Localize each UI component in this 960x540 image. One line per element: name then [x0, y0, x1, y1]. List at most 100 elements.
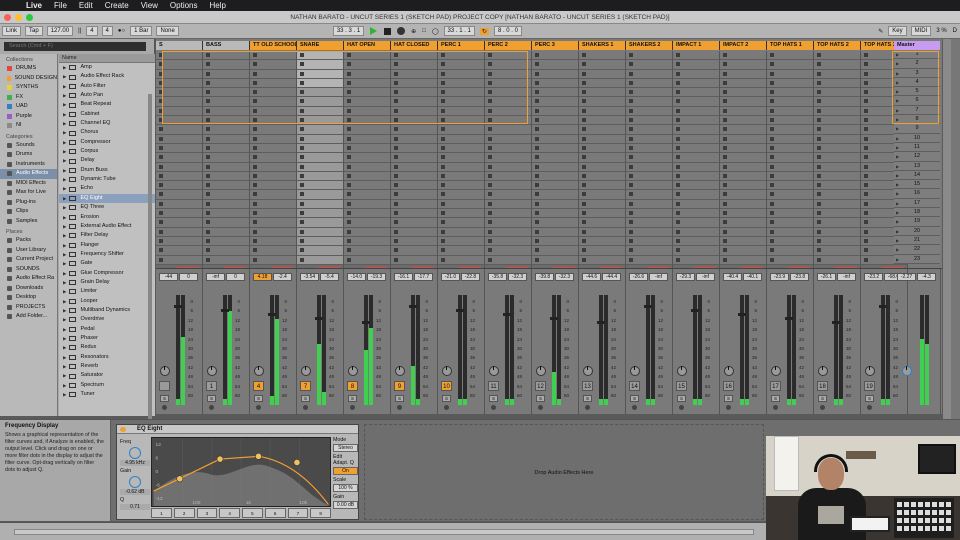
peak-readout[interactable]: -22.8 — [461, 273, 480, 281]
device-list-item[interactable]: ▶ Drum Buss — [59, 166, 155, 175]
peak-readout[interactable]: -40.1 — [743, 273, 762, 281]
device-list-item[interactable]: ▶ EQ Three — [59, 203, 155, 212]
clip-slot[interactable] — [626, 237, 672, 247]
session-record-icon[interactable]: ◯ — [432, 28, 439, 35]
clip-slot[interactable] — [297, 162, 343, 172]
clip-slot[interactable] — [720, 163, 766, 172]
clip-slot[interactable] — [579, 228, 625, 237]
clip-slot[interactable] — [814, 163, 860, 172]
clip-slot[interactable] — [297, 255, 343, 265]
device-list-item[interactable]: ▶ Tuner — [59, 390, 155, 399]
disclosure-triangle-icon[interactable]: ▶ — [63, 175, 66, 184]
clip-slot[interactable] — [485, 256, 531, 265]
track-activator[interactable]: 11 — [488, 381, 499, 391]
tempo-field[interactable]: 127.00 — [46, 26, 74, 36]
clip-slot[interactable] — [344, 144, 390, 154]
pan-knob[interactable] — [207, 366, 217, 376]
scene-launch[interactable]: 10 — [894, 133, 940, 143]
clip-slot[interactable] — [767, 116, 813, 126]
place-item[interactable]: Add Folder... — [0, 312, 57, 322]
disclosure-triangle-icon[interactable]: ▶ — [63, 147, 66, 156]
clip-slot[interactable] — [673, 218, 719, 228]
clip-slot[interactable] — [579, 256, 625, 265]
clip-slot[interactable] — [250, 256, 296, 265]
clip-slot[interactable] — [203, 209, 249, 219]
clip-slot[interactable] — [250, 237, 296, 247]
volume-readout[interactable]: -inf — [206, 273, 225, 281]
scene-launch[interactable]: 17 — [894, 198, 940, 208]
loop-start-field[interactable]: 33 . 1 . 1 — [443, 26, 475, 36]
clip-slot[interactable] — [438, 172, 484, 182]
clip-slot[interactable] — [814, 51, 860, 61]
collection-item[interactable]: SYNTHS — [0, 83, 57, 93]
clip-slot[interactable] — [203, 172, 249, 182]
clip-slot[interactable] — [391, 200, 437, 210]
clip-slot[interactable] — [391, 209, 437, 219]
track-activator[interactable]: 13 — [582, 381, 593, 391]
clip-slot[interactable] — [203, 135, 249, 144]
pan-knob[interactable] — [442, 366, 452, 376]
solo-button[interactable]: S — [489, 395, 498, 402]
arm-button[interactable] — [773, 405, 778, 410]
clip-slot[interactable] — [438, 144, 484, 154]
clip-slot[interactable] — [579, 116, 625, 126]
clip-slot[interactable] — [297, 218, 343, 228]
disclosure-triangle-icon[interactable]: ▶ — [63, 371, 66, 380]
clip-slot[interactable] — [579, 153, 625, 163]
clip-slot[interactable] — [814, 246, 860, 256]
volume-fader-handle[interactable] — [738, 313, 746, 316]
device-list-item[interactable]: ▶ Reverb — [59, 362, 155, 371]
track-header[interactable]: SHAKERS 2 — [626, 41, 673, 50]
clip-slot[interactable] — [579, 107, 625, 117]
master-peak-readout[interactable]: -4.3 — [917, 273, 936, 281]
midi-map-button[interactable]: MIDI — [910, 26, 932, 36]
collection-item[interactable]: NI — [0, 121, 57, 131]
device-list-item[interactable]: ▶ Limiter — [59, 287, 155, 296]
volume-readout[interactable]: -14.0 — [347, 273, 366, 281]
disclosure-triangle-icon[interactable]: ▶ — [63, 63, 66, 72]
clip-slot[interactable] — [814, 153, 860, 163]
solo-button[interactable]: S — [254, 395, 263, 402]
clip-slot[interactable] — [579, 209, 625, 219]
clip-slot[interactable] — [485, 200, 531, 210]
clip-slot[interactable] — [156, 125, 202, 135]
clip-slot[interactable] — [344, 153, 390, 163]
clip-slot[interactable] — [673, 200, 719, 210]
eq-band-toggle[interactable]: 3 — [196, 508, 218, 518]
place-item[interactable]: PROJECTS — [0, 303, 57, 313]
disclosure-triangle-icon[interactable]: ▶ — [63, 119, 66, 128]
track-header[interactable]: PERC 2 — [485, 41, 532, 50]
clip-slot[interactable] — [297, 143, 343, 154]
clip-slot[interactable] — [720, 107, 766, 117]
clip-slot[interactable] — [626, 51, 672, 61]
device-list-item[interactable]: ▶ Channel EQ — [59, 119, 155, 128]
scene-launch[interactable]: 13 — [894, 161, 940, 171]
clip-slot[interactable] — [485, 228, 531, 237]
disclosure-triangle-icon[interactable]: ▶ — [63, 362, 66, 371]
disclosure-triangle-icon[interactable]: ▶ — [63, 72, 66, 81]
clip-slot[interactable] — [297, 134, 343, 144]
track-header[interactable]: BASS — [203, 41, 250, 50]
clip-slot[interactable] — [767, 125, 813, 135]
eq-band-toggle[interactable]: 5 — [242, 508, 263, 518]
clip-slot[interactable] — [767, 153, 813, 163]
eq-band-toggle[interactable]: 4 — [219, 508, 240, 518]
device-list-item[interactable]: ▶ Corpus — [59, 147, 155, 156]
clip-slot[interactable] — [532, 135, 578, 144]
arm-button[interactable] — [867, 405, 872, 410]
pan-knob[interactable] — [489, 366, 499, 376]
menu-live[interactable]: Live — [20, 1, 48, 10]
place-item[interactable]: Current Project — [0, 255, 57, 265]
clip-slot[interactable] — [579, 60, 625, 70]
device-power-icon[interactable] — [120, 427, 126, 432]
clip-slot[interactable] — [767, 190, 813, 200]
clip-slot[interactable] — [579, 200, 625, 210]
clip-slot[interactable] — [297, 190, 343, 200]
clip-slot[interactable] — [391, 228, 437, 237]
disclosure-triangle-icon[interactable]: ▶ — [63, 128, 66, 137]
volume-fader-handle[interactable] — [456, 309, 464, 312]
clip-slot[interactable] — [438, 200, 484, 210]
clip-slot[interactable] — [767, 70, 813, 79]
clip-slot[interactable] — [203, 246, 249, 256]
clip-slot[interactable] — [344, 256, 390, 265]
